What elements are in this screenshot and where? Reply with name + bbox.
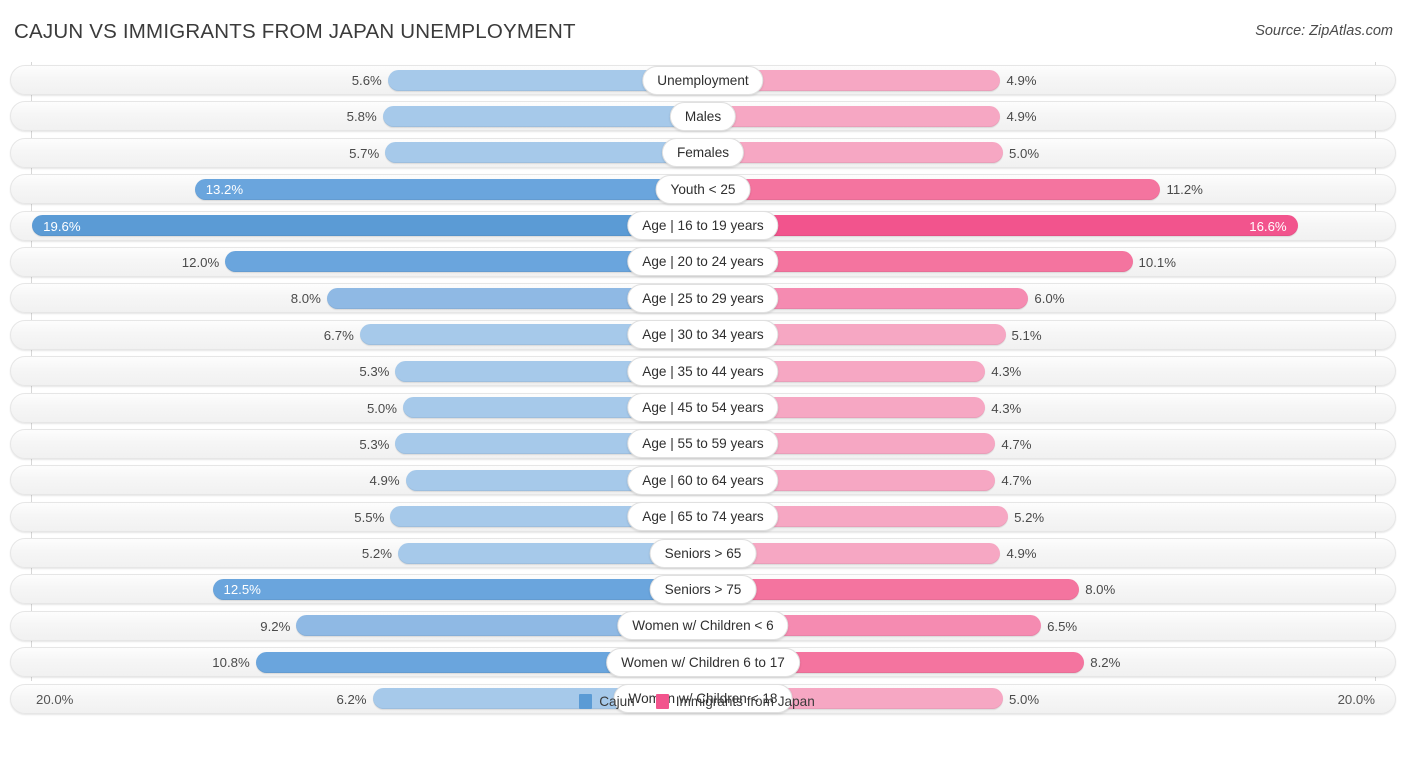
table-row[interactable]: 12.5% 8.0% Seniors > 75: [0, 571, 1406, 607]
value-label-cajun: 12.5%: [223, 582, 261, 598]
bar-immigrants-from-japan[interactable]: [703, 142, 1003, 164]
table-row[interactable]: 5.2% 4.9% Seniors > 65: [0, 535, 1406, 571]
legend-item[interactable]: Cajun: [579, 694, 635, 709]
row-category-label[interactable]: Age | 35 to 44 years: [627, 356, 779, 386]
table-row[interactable]: 5.3% 4.7% Age | 55 to 59 years: [0, 426, 1406, 462]
value-label-cajun: 5.3%: [359, 364, 390, 380]
bar-cajun[interactable]: [212, 578, 703, 600]
value-label-cajun: 19.6%: [43, 218, 81, 234]
row-category-label[interactable]: Age | 25 to 29 years: [627, 283, 779, 313]
bar-cajun[interactable]: [32, 215, 703, 237]
table-row[interactable]: 9.2% 6.5% Women w/ Children < 6: [0, 608, 1406, 644]
value-label-cajun: 12.0%: [181, 254, 220, 270]
value-label-immigrants-from-japan: 5.0%: [1009, 145, 1040, 161]
value-label-cajun: 10.8%: [212, 655, 250, 671]
row-category-label[interactable]: Females: [661, 138, 745, 168]
value-label-cajun: 9.2%: [260, 618, 291, 634]
value-label-cajun: 6.7%: [323, 327, 354, 343]
bar-cajun[interactable]: [382, 105, 703, 127]
value-label-immigrants-from-japan: 5.2%: [1014, 509, 1045, 525]
table-row[interactable]: 13.2% 11.2% Youth < 25: [0, 171, 1406, 207]
value-label-immigrants-from-japan: 4.3%: [991, 400, 1022, 416]
value-label-immigrants-from-japan: 4.9%: [1006, 109, 1037, 125]
value-label-immigrants-from-japan: 10.1%: [1138, 254, 1176, 270]
table-row[interactable]: 5.3% 4.3% Age | 35 to 44 years: [0, 353, 1406, 389]
chart-rows: 5.6% 4.9% Unemployment 5.8% 4.9% Males 5.7% 5.0…: [0, 62, 1406, 717]
table-row[interactable]: 6.7% 5.1% Age | 30 to 34 years: [0, 317, 1406, 353]
table-row[interactable]: 10.8% 8.2% Women w/ Children 6 to 17: [0, 644, 1406, 680]
source-attribution: Source: ZipAtlas.com: [1255, 23, 1393, 39]
row-category-label[interactable]: Males: [669, 101, 737, 131]
value-label-immigrants-from-japan: 8.2%: [1090, 655, 1121, 671]
row-category-label[interactable]: Age | 30 to 34 years: [627, 320, 779, 350]
chart-legend: Cajun Immigrants from Japan: [0, 694, 1406, 709]
row-category-label[interactable]: Age | 55 to 59 years: [627, 429, 779, 459]
row-category-label[interactable]: Unemployment: [642, 65, 764, 95]
table-row[interactable]: 19.6% 16.6% Age | 16 to 19 years: [0, 208, 1406, 244]
value-label-immigrants-from-japan: 4.9%: [1006, 73, 1037, 88]
value-label-cajun: 5.7%: [349, 145, 380, 161]
value-label-cajun: 5.2%: [361, 546, 392, 562]
value-label-cajun: 5.3%: [359, 436, 390, 452]
value-label-cajun: 8.0%: [290, 291, 321, 307]
value-label-immigrants-from-japan: 4.3%: [991, 364, 1022, 380]
value-label-immigrants-from-japan: 6.5%: [1047, 618, 1078, 634]
chart-page: CAJUN VS IMMIGRANTS FROM JAPAN UNEMPLOYM…: [0, 0, 1406, 757]
value-label-immigrants-from-japan: 4.7%: [1001, 473, 1032, 489]
row-category-label[interactable]: Age | 45 to 54 years: [627, 393, 779, 423]
legend-item[interactable]: Immigrants from Japan: [655, 694, 815, 709]
value-label-immigrants-from-japan: 11.2%: [1166, 182, 1203, 198]
value-label-immigrants-from-japan: 4.7%: [1001, 436, 1032, 452]
bar-immigrants-from-japan[interactable]: [703, 578, 1080, 600]
table-row[interactable]: 12.0% 10.1% Age | 20 to 24 years: [0, 244, 1406, 280]
bar-immigrants-from-japan[interactable]: [703, 178, 1161, 200]
legend-swatch-icon: [655, 694, 669, 709]
table-row[interactable]: 4.9% 4.7% Age | 60 to 64 years: [0, 462, 1406, 498]
value-label-cajun: 5.8%: [346, 109, 377, 125]
bar-cajun[interactable]: [194, 178, 703, 200]
row-category-label[interactable]: Women w/ Children < 6: [617, 611, 789, 641]
bar-immigrants-from-japan[interactable]: [703, 215, 1298, 237]
value-label-immigrants-from-japan: 16.6%: [1249, 218, 1287, 234]
table-row[interactable]: 5.5% 5.2% Age | 65 to 74 years: [0, 499, 1406, 535]
value-label-cajun: 5.0%: [366, 400, 397, 416]
legend-label: Cajun: [599, 694, 635, 709]
table-row[interactable]: 8.0% 6.0% Age | 25 to 29 years: [0, 280, 1406, 316]
row-category-label[interactable]: Women w/ Children 6 to 17: [606, 647, 800, 677]
row-category-label[interactable]: Age | 65 to 74 years: [627, 502, 779, 532]
value-label-cajun: 4.9%: [369, 473, 400, 489]
row-category-label[interactable]: Seniors > 65: [649, 538, 757, 568]
chart-plot-area: 5.6% 4.9% Unemployment 5.8% 4.9% Males 5.7% 5.0…: [0, 62, 1406, 717]
value-label-cajun: 13.2%: [205, 182, 244, 198]
value-label-cajun: 5.6%: [351, 73, 382, 88]
row-category-label[interactable]: Age | 60 to 64 years: [627, 465, 779, 495]
legend-swatch-icon: [579, 694, 593, 709]
value-label-cajun: 5.5%: [354, 509, 385, 525]
value-label-immigrants-from-japan: 4.9%: [1006, 546, 1037, 562]
value-label-immigrants-from-japan: 5.1%: [1011, 327, 1042, 343]
row-category-label[interactable]: Age | 16 to 19 years: [627, 211, 779, 241]
row-category-label[interactable]: Seniors > 75: [649, 574, 757, 604]
table-row[interactable]: 5.0% 4.3% Age | 45 to 54 years: [0, 390, 1406, 426]
table-row[interactable]: 5.8% 4.9% Males: [0, 98, 1406, 134]
value-label-immigrants-from-japan: 6.0%: [1034, 291, 1065, 307]
bar-immigrants-from-japan[interactable]: [703, 105, 1001, 127]
legend-label: Immigrants from Japan: [675, 694, 815, 709]
table-row[interactable]: 5.6% 4.9% Unemployment: [0, 62, 1406, 98]
value-label-immigrants-from-japan: 8.0%: [1085, 582, 1116, 598]
row-category-label[interactable]: Youth < 25: [655, 174, 751, 204]
bar-cajun[interactable]: [385, 142, 703, 164]
row-category-label[interactable]: Age | 20 to 24 years: [627, 247, 779, 277]
page-title: CAJUN VS IMMIGRANTS FROM JAPAN UNEMPLOYM…: [14, 20, 576, 43]
table-row[interactable]: 5.7% 5.0% Females: [0, 135, 1406, 171]
